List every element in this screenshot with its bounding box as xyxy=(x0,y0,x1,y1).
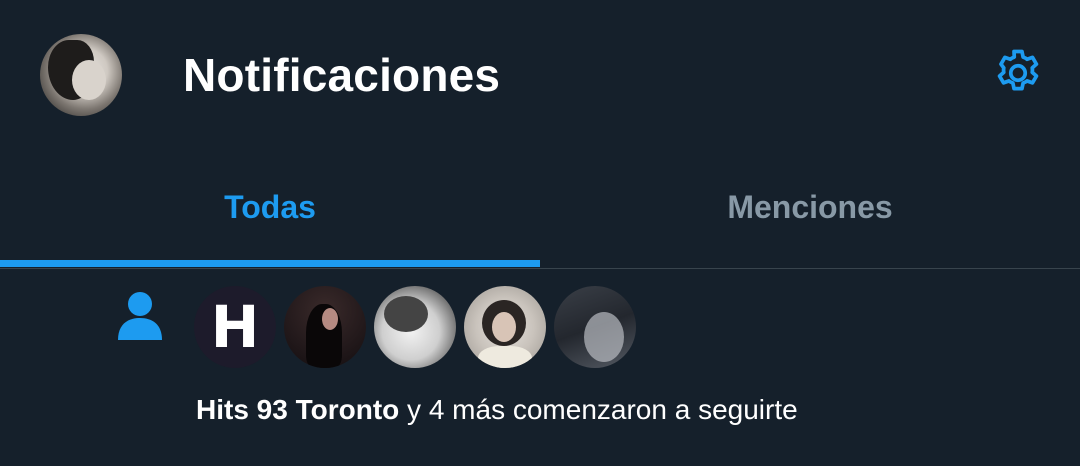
tab-bar: Todas Menciones xyxy=(0,150,1080,269)
settings-button[interactable] xyxy=(988,43,1048,103)
page-title: Notificaciones xyxy=(183,49,501,101)
tab-menciones[interactable]: Menciones xyxy=(540,150,1080,268)
tab-todas[interactable]: Todas xyxy=(0,150,540,268)
actor-name[interactable]: Hits 93 Toronto xyxy=(196,394,399,425)
avatar-face xyxy=(322,308,338,330)
avatar-figure xyxy=(384,296,428,332)
follower-avatar[interactable] xyxy=(374,286,456,368)
tab-menciones-label: Menciones xyxy=(727,188,893,225)
person-icon xyxy=(118,292,162,340)
tab-todas-label: Todas xyxy=(224,188,316,225)
follower-avatar-hits93[interactable]: H xyxy=(194,286,276,368)
selected-tab-indicator xyxy=(0,260,540,267)
follow-notification[interactable]: H Hits 93 Toronto y 4 más comenzaron a s… xyxy=(0,268,1080,466)
follower-avatar[interactable] xyxy=(554,286,636,368)
notifications-screen: Notificaciones Todas Menciones H Hits 93… xyxy=(0,0,1080,466)
avatar-face xyxy=(492,312,516,342)
action-text: y 4 más comenzaron a seguirte xyxy=(399,394,798,425)
avatar-figure xyxy=(584,312,624,362)
avatar-shirt xyxy=(478,346,532,368)
avatar-face xyxy=(72,60,106,100)
gear-icon xyxy=(997,49,1039,91)
hits93-logo: H xyxy=(210,293,260,361)
follower-avatar[interactable] xyxy=(284,286,366,368)
follower-avatar[interactable] xyxy=(464,286,546,368)
notification-text: Hits 93 Toronto y 4 más comenzaron a seg… xyxy=(196,390,798,430)
profile-avatar[interactable] xyxy=(40,34,122,116)
header: Notificaciones xyxy=(0,0,1080,150)
